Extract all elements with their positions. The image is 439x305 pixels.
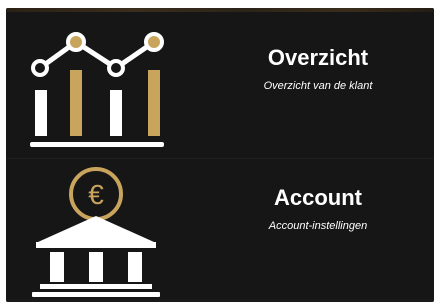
bottom-strip bbox=[6, 299, 434, 302]
menu-item-subtitle: Overzicht van de klant bbox=[263, 80, 373, 92]
menu-item-title: Account bbox=[274, 185, 362, 210]
menu-item-title: Overzicht bbox=[267, 45, 369, 70]
bank-euro-icon: € bbox=[26, 158, 166, 298]
menu-item-text: Account Account-instellingen bbox=[218, 184, 418, 234]
menu-item-text: Overzicht Overzicht van de klant bbox=[218, 44, 418, 94]
menu-item-account[interactable]: € Account Account-instellingen bbox=[6, 158, 434, 302]
euro-symbol: € bbox=[88, 179, 104, 210]
bar-chart-trend-icon bbox=[26, 18, 166, 158]
menu-item-subtitle: Account-instellingen bbox=[268, 220, 368, 232]
menu-panel: Overzicht Overzicht van de klant € Accou… bbox=[6, 8, 434, 302]
menu-item-overzicht[interactable]: Overzicht Overzicht van de klant bbox=[6, 12, 434, 158]
